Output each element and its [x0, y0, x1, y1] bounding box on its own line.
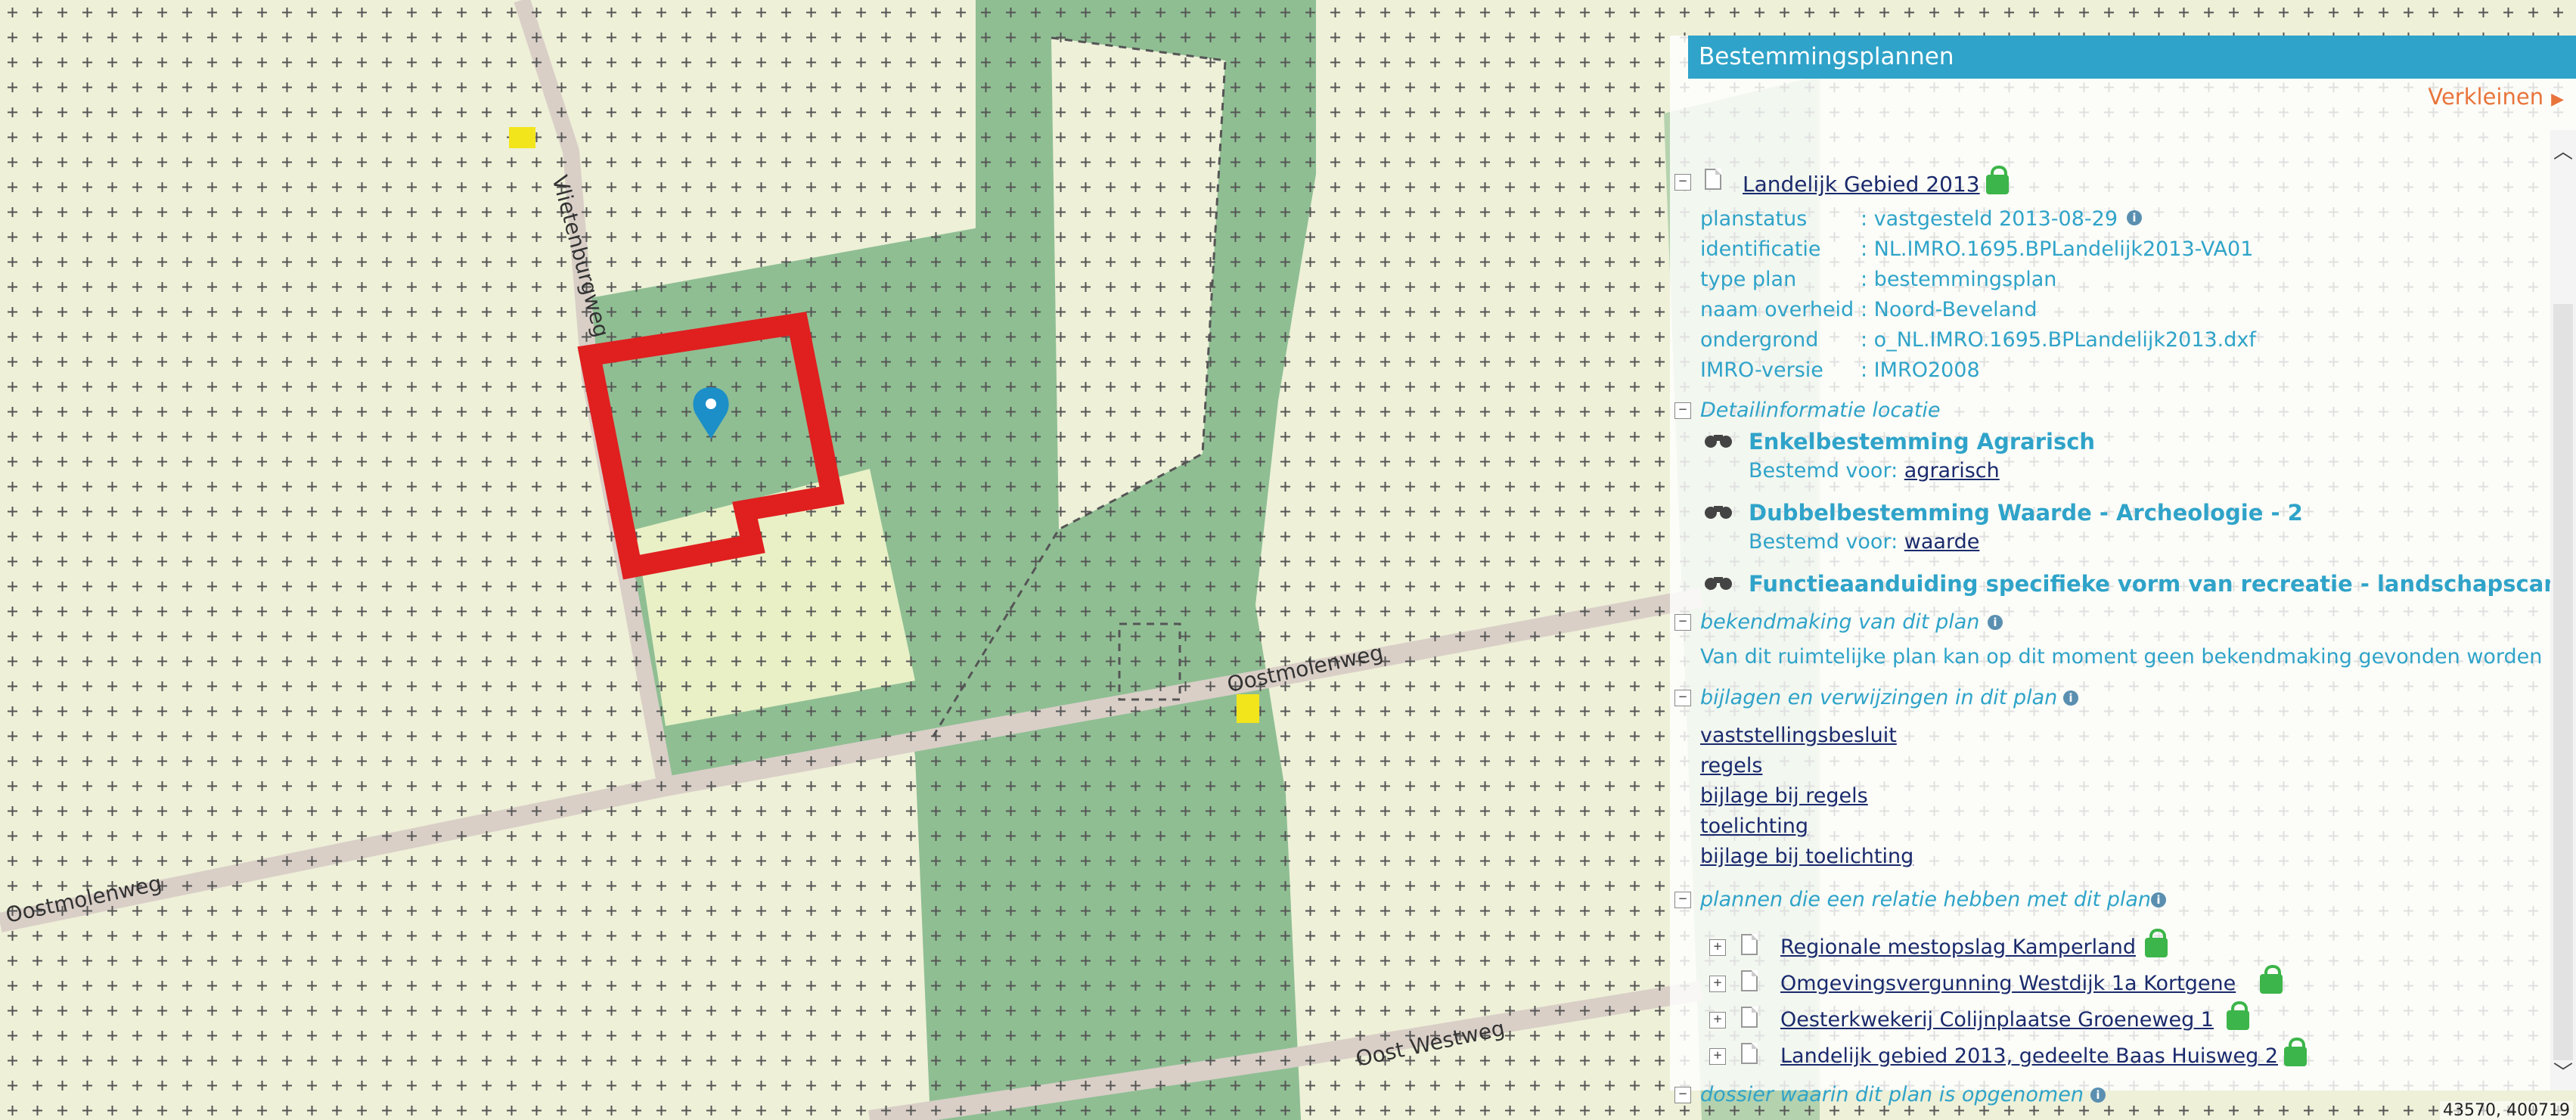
- coordinate-readout: 43570, 400719: [2440, 1101, 2573, 1120]
- panel-scrollbar[interactable]: ︿ ﹀: [2550, 130, 2576, 1091]
- detail-item-title: Functieaanduiding specifieke vorm van re…: [1749, 571, 2576, 597]
- collapse-label: Verkleinen: [2428, 84, 2544, 110]
- collapse-button[interactable]: Verkleinen ▶: [2428, 84, 2564, 110]
- field-value: : bestemmingsplan: [1861, 268, 2057, 291]
- info-icon[interactable]: i: [2127, 210, 2142, 225]
- field-value: : o_NL.IMRO.1695.BPLandelijk2013.dxf: [1861, 328, 2256, 352]
- detail-item-sub: Bestemd voor: agrarisch: [1749, 459, 2000, 482]
- sub-label: Bestemd voor:: [1749, 459, 1898, 482]
- document-icon: [1741, 1043, 1758, 1064]
- field-value: : IMRO2008: [1861, 358, 1980, 382]
- field-value: : Noord-Beveland: [1861, 298, 2038, 321]
- bijlage-link[interactable]: regels: [1700, 754, 1762, 777]
- bijlage-link[interactable]: vaststellingsbesluit: [1700, 724, 1897, 747]
- lock-icon: [2284, 1038, 2307, 1066]
- expand-toggle-icon[interactable]: +: [1709, 976, 1726, 992]
- collapse-toggle-icon[interactable]: −: [1674, 1087, 1691, 1103]
- field-key: IMRO-versie: [1700, 358, 1823, 382]
- expand-toggle-icon[interactable]: +: [1709, 1012, 1726, 1028]
- bijlage-link[interactable]: toelichting: [1700, 814, 1808, 838]
- document-icon: [1705, 169, 1721, 190]
- info-icon[interactable]: i: [2151, 892, 2166, 907]
- detail-heading: Detailinformatie locatie: [1700, 399, 1941, 422]
- lock-icon: [1986, 166, 2009, 194]
- document-icon: [1741, 934, 1758, 955]
- yellow-marker: [1237, 694, 1259, 723]
- binoculars-icon: [1705, 577, 1732, 590]
- collapse-toggle-icon[interactable]: −: [1674, 174, 1691, 191]
- bekendmaking-heading: bekendmaking van dit plan: [1700, 610, 1980, 634]
- collapse-toggle-icon[interactable]: −: [1674, 892, 1691, 908]
- field-key: planstatus: [1700, 207, 1808, 231]
- expand-toggle-icon[interactable]: +: [1709, 1048, 1726, 1065]
- sub-link[interactable]: waarde: [1904, 530, 1980, 554]
- document-icon: [1741, 1007, 1758, 1028]
- lock-icon: [2227, 1001, 2249, 1030]
- detail-item-title: Dubbelbestemming Waarde - Archeologie - …: [1749, 500, 2303, 526]
- sub-link[interactable]: agrarisch: [1904, 459, 2000, 482]
- field-value: : vastgesteld 2013-08-29: [1861, 207, 2118, 231]
- panel-title: Bestemmingsplannen: [1688, 36, 2576, 79]
- related-plan-link[interactable]: Omgevingsvergunning Westdijk 1a Kortgene: [1780, 972, 2236, 995]
- scroll-thumb[interactable]: [2553, 304, 2573, 1060]
- collapse-toggle-icon[interactable]: −: [1674, 690, 1691, 706]
- field-key: identificatie: [1700, 237, 1821, 261]
- expand-toggle-icon[interactable]: +: [1709, 939, 1726, 956]
- info-icon[interactable]: i: [1988, 615, 2003, 630]
- field-value: : NL.IMRO.1695.BPLandelijk2013-VA01: [1861, 237, 2254, 261]
- bijlage-link[interactable]: bijlage bij regels: [1700, 784, 1868, 808]
- info-panel: Bestemmingsplannen Verkleinen ▶ − Landeli…: [1670, 36, 2576, 1106]
- detail-item-title: Enkelbestemming Agrarisch: [1749, 429, 2096, 455]
- related-plan-link[interactable]: Landelijk gebied 2013, gedeelte Baas Hui…: [1780, 1044, 2278, 1068]
- field-key: type plan: [1700, 268, 1797, 291]
- bijlagen-heading: bijlagen en verwijzingen in dit plan: [1700, 686, 2058, 709]
- bekendmaking-text: Van dit ruimtelijke plan kan op dit mome…: [1700, 645, 2543, 669]
- binoculars-icon: [1705, 506, 1732, 519]
- collapse-toggle-icon[interactable]: −: [1674, 402, 1691, 419]
- plan-name-link[interactable]: Landelijk Gebied 2013: [1743, 172, 1980, 197]
- sub-label: Bestemd voor:: [1749, 530, 1898, 554]
- lock-icon: [2145, 929, 2168, 957]
- scroll-down-icon[interactable]: ﹀: [2553, 1063, 2573, 1083]
- document-icon: [1741, 970, 1758, 991]
- field-key: naam overheid: [1700, 298, 1854, 321]
- dossier-heading: dossier waarin dit plan is opgenomen: [1700, 1083, 2084, 1106]
- triangle-right-icon: ▶: [2551, 90, 2564, 109]
- scroll-up-icon[interactable]: ︿: [2553, 142, 2573, 162]
- related-plan-link[interactable]: Oesterkwekerij Colijnplaatse Groeneweg 1: [1780, 1008, 2214, 1032]
- detail-item-sub: Bestemd voor: waarde: [1749, 530, 1979, 554]
- relaties-heading: plannen die een relatie hebben met dit p…: [1700, 888, 2152, 911]
- lock-icon: [2260, 965, 2283, 994]
- yellow-marker: [509, 127, 535, 148]
- binoculars-icon: [1705, 435, 1732, 448]
- field-key: ondergrond: [1700, 328, 1819, 352]
- related-plan-link[interactable]: Regionale mestopslag Kamperland: [1780, 935, 2136, 959]
- info-icon[interactable]: i: [2090, 1087, 2106, 1103]
- collapse-toggle-icon[interactable]: −: [1674, 614, 1691, 631]
- bijlage-link[interactable]: bijlage bij toelichting: [1700, 845, 1913, 868]
- info-icon[interactable]: i: [2063, 690, 2078, 706]
